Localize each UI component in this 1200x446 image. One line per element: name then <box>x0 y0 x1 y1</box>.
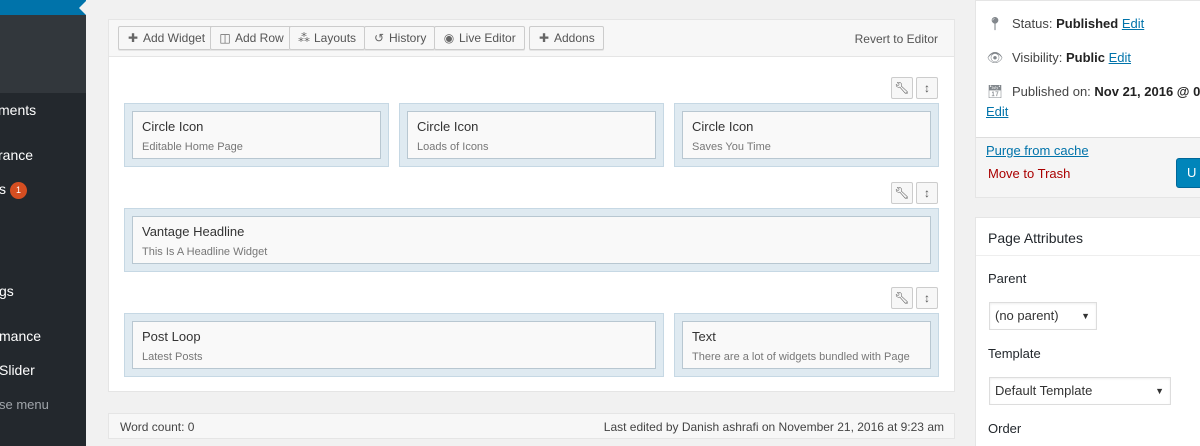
widget-title: Circle Icon <box>692 119 754 134</box>
calendar-icon: 📅︎ <box>986 84 1004 99</box>
sidebar-item-settings[interactable]: gs <box>0 283 14 299</box>
visibility-line: 👁︎ Visibility: Public Edit <box>986 50 1132 65</box>
page-attributes-box: Page Attributes Parent (no parent) ▼ Temp… <box>975 217 1200 446</box>
order-label: Order <box>988 421 1022 436</box>
wrench-icon[interactable]: 🔧︎ <box>891 182 913 204</box>
editor-status-bar: Word count: 0 Last edited by Danish ashr… <box>108 413 955 439</box>
parent-label: Parent <box>988 271 1027 286</box>
sidebar-item-label: rance <box>0 147 34 163</box>
chevron-down-icon: ▼ <box>1155 386 1164 396</box>
addons-button[interactable]: ✚ Addons <box>529 26 604 50</box>
widget-description: This Is A Headline Widget <box>142 246 268 258</box>
status-line: 📍︎ Status: Published Edit <box>986 16 1145 31</box>
revert-to-editor-link[interactable]: Revert to Editor <box>855 32 938 46</box>
row-cell: Text There are a lot of widgets bundled … <box>674 313 939 377</box>
sidebar-item-label: ments <box>0 102 37 118</box>
collapse-menu-button[interactable]: se menu <box>0 397 49 412</box>
edit-date-link[interactable]: Edit <box>986 104 1008 119</box>
edit-date-line: Edit <box>986 104 1008 119</box>
builder-toolbar: ✚ Add Widget ◫ Add Row ⁂ Layouts ↺ History ◉… <box>109 20 954 57</box>
visibility-value: Public <box>1065 50 1105 65</box>
widget-title: Post Loop <box>142 329 201 344</box>
row-cell: Circle Icon Loads of Icons <box>399 103 664 167</box>
history-button[interactable]: ↺ History <box>364 26 436 50</box>
pin-icon: 📍︎ <box>986 16 1004 31</box>
layouts-button[interactable]: ⁂ Layouts <box>289 26 366 50</box>
status-value: Published <box>1056 16 1119 31</box>
sidebar-item-plugins[interactable]: s1 <box>0 181 27 199</box>
widget-circle-icon[interactable]: Circle Icon Saves You Time <box>682 111 931 159</box>
published-date: Nov 21, 2016 @ 09 <box>1094 84 1200 99</box>
sidebar-active-arrow <box>79 1 86 15</box>
row-tools: 🔧︎ ↕ <box>891 287 938 309</box>
publish-box: 📍︎ Status: Published Edit 👁︎ Visibility: P… <box>975 0 1200 198</box>
widget-description: Loads of Icons <box>417 141 489 153</box>
move-icon[interactable]: ↕ <box>916 77 938 99</box>
template-label: Template <box>988 346 1041 361</box>
sidebar-item-label: gs <box>0 283 14 299</box>
widget-circle-icon[interactable]: Circle Icon Editable Home Page <box>132 111 381 159</box>
published-on-line: 📅︎ Published on: Nov 21, 2016 @ 09 <box>986 84 1200 100</box>
sidebar-item-appearance[interactable]: rance <box>0 147 33 163</box>
chevron-down-icon: ▼ <box>1081 311 1090 321</box>
widget-description: Editable Home Page <box>142 141 243 153</box>
layouts-icon: ⁂ <box>298 31 310 45</box>
move-icon[interactable]: ↕ <box>916 182 938 204</box>
template-select[interactable]: Default Template ▼ <box>989 377 1171 405</box>
row-tools: 🔧︎ ↕ <box>891 182 938 204</box>
widget-post-loop[interactable]: Post Loop Latest Posts <box>132 321 656 369</box>
row-tools: 🔧︎ ↕ <box>891 77 938 99</box>
edit-status-link[interactable]: Edit <box>1122 16 1144 31</box>
add-widget-button[interactable]: ✚ Add Widget <box>118 26 215 50</box>
widget-title: Circle Icon <box>142 119 204 134</box>
parent-select[interactable]: (no parent) ▼ <box>989 302 1097 330</box>
sidebar-item-slider[interactable]: Slider <box>0 362 35 378</box>
sidebar-item-label: Slider <box>0 362 35 378</box>
widget-title: Circle Icon <box>417 119 479 134</box>
plus-icon: ✚ <box>127 31 139 45</box>
eye-icon: 👁︎ <box>986 50 1004 65</box>
add-row-button[interactable]: ◫ Add Row <box>210 26 293 50</box>
sidebar-active-item[interactable] <box>0 0 86 15</box>
move-to-trash-link[interactable]: Move to Trash <box>988 166 1070 181</box>
last-edited: Last edited by Danish ashrafi on Novembe… <box>603 420 944 434</box>
page-attributes-title: Page Attributes <box>988 230 1083 246</box>
wrench-icon[interactable]: 🔧︎ <box>891 77 913 99</box>
sidebar-item-label: s <box>0 181 6 197</box>
widget-text[interactable]: Text There are a lot of widgets bundled … <box>682 321 931 369</box>
widget-description: Saves You Time <box>692 141 771 153</box>
widget-description: Latest Posts <box>142 351 203 363</box>
page-attributes-header[interactable]: Page Attributes <box>976 218 1200 256</box>
admin-sidebar: ments rance s1 gs mance Slider se menu <box>0 0 86 446</box>
row-cell: Circle Icon Saves You Time <box>674 103 939 167</box>
purge-cache-link[interactable]: Purge from cache <box>986 143 1089 158</box>
sidebar-item-performance[interactable]: mance <box>0 328 41 344</box>
sidebar-item-label: mance <box>0 328 42 344</box>
live-editor-button[interactable]: ◉ Live Editor <box>434 26 525 50</box>
widget-title: Vantage Headline <box>142 224 245 239</box>
history-icon: ↺ <box>373 31 385 45</box>
page-builder-panel: ✚ Add Widget ◫ Add Row ⁂ Layouts ↺ History ◉… <box>108 19 955 392</box>
plus-icon: ✚ <box>538 31 550 45</box>
sidebar-item-label: se menu <box>0 397 49 412</box>
row-icon: ◫ <box>219 31 231 45</box>
row-cell: Vantage Headline This Is A Headline Widg… <box>124 208 939 272</box>
widget-description: There are a lot of widgets bundled with … <box>692 351 910 363</box>
sidebar-submenu <box>0 15 86 93</box>
sidebar-item-comments[interactable]: ments <box>0 102 36 118</box>
move-icon[interactable]: ↕ <box>916 287 938 309</box>
row-cell: Circle Icon Editable Home Page <box>124 103 389 167</box>
widget-circle-icon[interactable]: Circle Icon Loads of Icons <box>407 111 656 159</box>
eye-icon: ◉ <box>443 31 455 45</box>
update-button[interactable]: U <box>1176 158 1200 188</box>
update-count-badge: 1 <box>10 182 27 199</box>
widget-vantage-headline[interactable]: Vantage Headline This Is A Headline Widg… <box>132 216 931 264</box>
edit-visibility-link[interactable]: Edit <box>1109 50 1131 65</box>
wrench-icon[interactable]: 🔧︎ <box>891 287 913 309</box>
row-cell: Post Loop Latest Posts <box>124 313 664 377</box>
publish-actions: Purge from cache Move to Trash U <box>976 137 1200 197</box>
widget-title: Text <box>692 329 716 344</box>
word-count: Word count: 0 <box>120 420 195 434</box>
